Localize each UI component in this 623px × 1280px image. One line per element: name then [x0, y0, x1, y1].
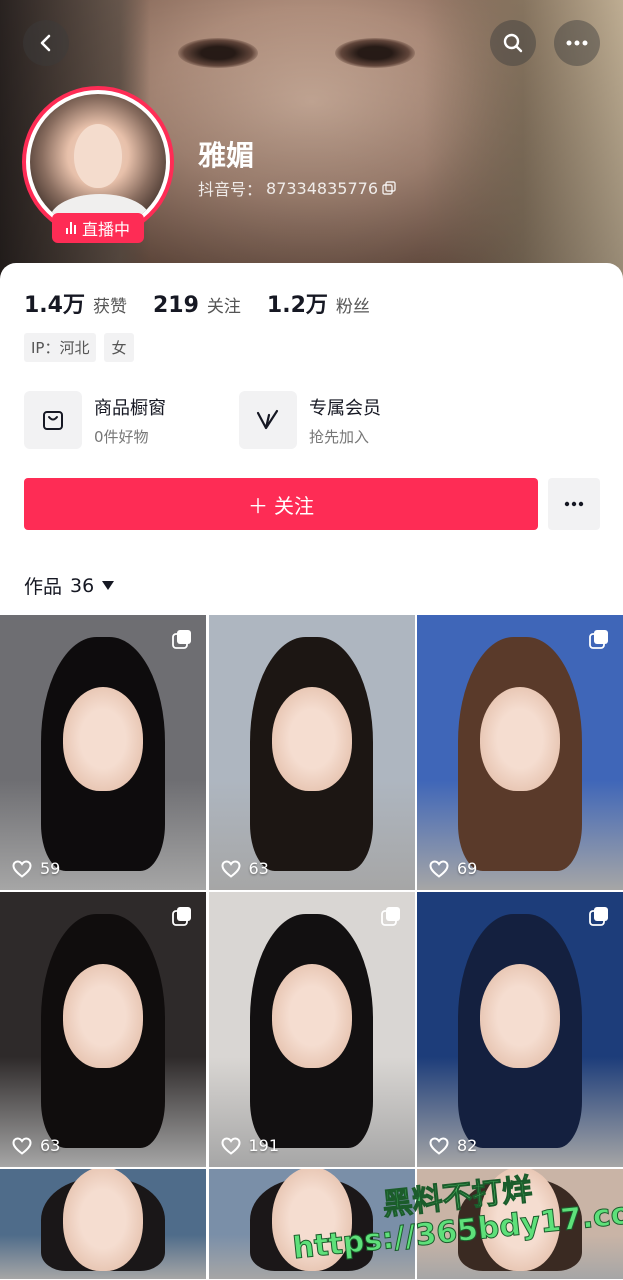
- stat-label: 获赞: [92, 297, 127, 317]
- copy-icon[interactable]: [382, 181, 396, 195]
- feature-subtitle: 抢先加入: [309, 427, 370, 446]
- multi-image-icon: [172, 630, 191, 649]
- feature-title: 专属会员: [309, 397, 381, 419]
- heart-icon: [220, 1136, 241, 1155]
- like-count: 63: [12, 1136, 60, 1155]
- feature-subtitle: 0件好物: [94, 427, 149, 446]
- like-count: 69: [429, 859, 477, 878]
- video-thumbnail[interactable]: 82: [417, 892, 623, 1167]
- profile-name: 雅媚: [198, 139, 255, 172]
- like-count-value: 191: [248, 1136, 280, 1155]
- video-thumbnail[interactable]: 63: [0, 892, 206, 1167]
- live-bars-icon: [65, 222, 76, 234]
- stat-likes[interactable]: 1.4万 获赞: [24, 287, 127, 319]
- search-button[interactable]: [490, 20, 536, 66]
- like-count-value: 69: [457, 859, 478, 878]
- video-thumbnail[interactable]: 191: [208, 892, 415, 1167]
- douyin-id-label: 抖音号：: [198, 180, 263, 199]
- heart-icon: [429, 1136, 449, 1155]
- heart-icon: [12, 859, 32, 878]
- chevron-left-icon: [40, 34, 51, 52]
- profile-page: 直播中 雅媚 抖音号： 87334835776 1.4万 获赞 219 关注 1…: [0, 0, 623, 1280]
- like-count: 191: [220, 1136, 280, 1155]
- stat-followers[interactable]: 1.2万 粉丝: [267, 287, 370, 319]
- heart-icon: [429, 859, 449, 878]
- thumbnail-face: [63, 686, 143, 791]
- thumbnail-face: [271, 963, 352, 1068]
- multi-image-icon: [589, 630, 608, 649]
- feature-membership[interactable]: 专属会员 抢先加入: [239, 391, 414, 449]
- works-label: 作品: [24, 576, 63, 598]
- feature-row: 商品橱窗 0件好物 专属会员 抢先加入: [24, 391, 414, 449]
- thumbnail-face: [480, 686, 560, 791]
- multi-image-icon: [589, 907, 608, 926]
- video-thumbnail[interactable]: 59: [0, 615, 206, 890]
- like-count: 63: [220, 859, 269, 878]
- stat-value: 1.4万: [24, 293, 85, 318]
- heart-icon: [220, 859, 241, 878]
- tag-ip-location: IP：河北: [24, 333, 97, 362]
- bag-icon: [43, 411, 63, 430]
- back-button[interactable]: [23, 20, 69, 66]
- live-badge[interactable]: 直播中: [52, 213, 144, 243]
- follow-button[interactable]: ＋ 关注: [24, 478, 538, 530]
- douyin-id[interactable]: 抖音号： 87334835776: [198, 176, 396, 200]
- plus-icon: ＋: [248, 493, 268, 518]
- video-thumbnail[interactable]: [0, 1169, 206, 1279]
- like-count-value: 63: [248, 859, 269, 878]
- like-count-value: 82: [457, 1136, 478, 1155]
- more-actions-button[interactable]: [548, 478, 600, 530]
- multi-image-icon: [380, 907, 400, 926]
- caret-down-icon: [102, 581, 115, 590]
- like-count-value: 59: [40, 859, 61, 878]
- follow-label: 关注: [274, 493, 314, 518]
- stat-label: 关注: [206, 297, 241, 317]
- thumbnail-face: [480, 963, 560, 1068]
- stats-row: 1.4万 获赞 219 关注 1.2万 粉丝: [24, 287, 396, 319]
- profile-card: 1.4万 获赞 219 关注 1.2万 粉丝 IP：河北 女 商品橱窗 0件好物…: [0, 263, 623, 1280]
- multi-image-icon: [172, 907, 191, 926]
- thumbnail-face: [271, 686, 352, 791]
- watermark: 黑料不打烊 https://365bdy17.com: [291, 1172, 623, 1267]
- vip-v-icon: [256, 409, 279, 430]
- live-label: 直播中: [81, 220, 130, 239]
- works-tab[interactable]: 作品 36: [24, 572, 115, 599]
- stat-following[interactable]: 219 关注: [153, 292, 241, 318]
- works-count: 36: [70, 574, 95, 597]
- thumbnail-face: [63, 1169, 143, 1271]
- stat-value: 1.2万: [266, 293, 328, 318]
- tag-gender: 女: [104, 333, 134, 362]
- feature-title: 商品橱窗: [94, 397, 166, 419]
- more-options-button[interactable]: [554, 20, 600, 66]
- feature-shop-window[interactable]: 商品橱窗 0件好物: [24, 391, 199, 449]
- more-dots-icon: [566, 40, 588, 46]
- profile-tags: IP：河北 女: [24, 333, 134, 362]
- like-count-value: 63: [40, 1136, 61, 1155]
- thumbnail-face: [63, 963, 143, 1068]
- video-thumbnail[interactable]: 63: [208, 615, 415, 890]
- more-dots-icon: [564, 501, 584, 507]
- video-thumbnail[interactable]: 69: [417, 615, 623, 890]
- stat-label: 粉丝: [335, 297, 370, 317]
- douyin-id-value: 87334835776: [266, 178, 378, 198]
- heart-icon: [12, 1136, 32, 1155]
- search-icon: [503, 33, 523, 53]
- stat-value: 219: [152, 293, 199, 318]
- like-count: 59: [12, 859, 60, 878]
- like-count: 82: [429, 1136, 477, 1155]
